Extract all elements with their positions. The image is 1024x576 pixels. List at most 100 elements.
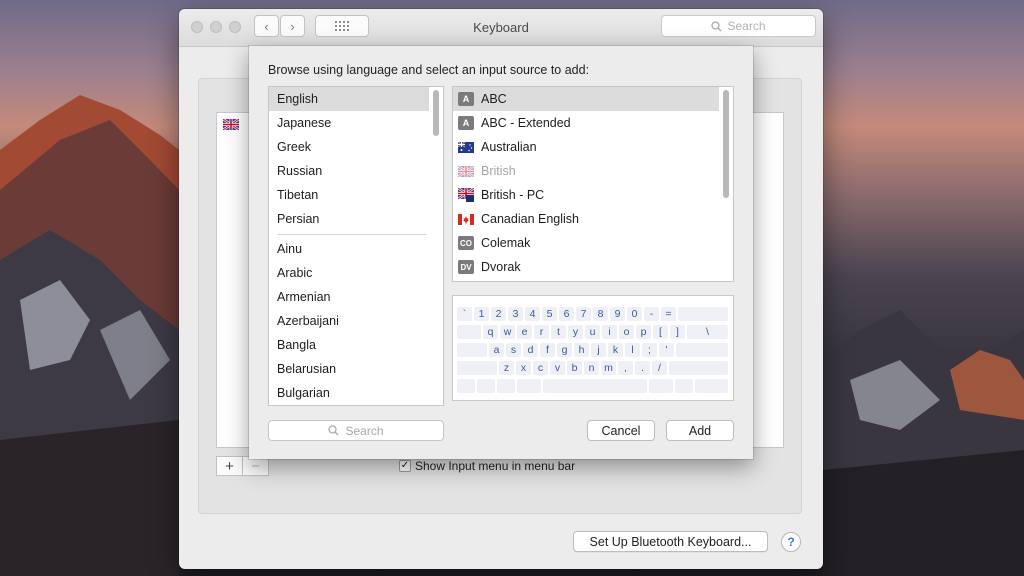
language-item[interactable]: English	[269, 87, 429, 111]
key: v	[550, 361, 565, 375]
language-search-field[interactable]: Search	[268, 420, 444, 441]
key: `	[457, 307, 472, 321]
add-input-source-sheet: Browse using language and select an inpu…	[249, 46, 753, 459]
show-input-menu-label: Show Input menu in menu bar	[415, 459, 576, 473]
key: ;	[642, 343, 657, 357]
space-key	[543, 379, 647, 393]
key: m	[601, 361, 616, 375]
arrow-keys	[695, 379, 728, 393]
key: e	[517, 325, 532, 339]
key: c	[533, 361, 548, 375]
key: =	[661, 307, 676, 321]
input-source-item[interactable]: British	[453, 159, 719, 183]
key: .	[635, 361, 650, 375]
key: a	[489, 343, 504, 357]
language-item[interactable]: Arabic	[269, 261, 429, 285]
input-source-list-scrollbar[interactable]	[723, 90, 729, 198]
control-key	[477, 379, 495, 393]
language-item[interactable]: Tibetan	[269, 183, 429, 207]
input-source-item[interactable]: CO Colemak	[453, 231, 719, 255]
input-source-item[interactable]: A ABC - Extended	[453, 111, 719, 135]
language-list[interactable]: English Japanese Greek Russian Tibetan P…	[268, 86, 444, 406]
key: l	[625, 343, 640, 357]
setup-bluetooth-keyboard-button[interactable]: Set Up Bluetooth Keyboard...	[573, 531, 768, 552]
key: 1	[474, 307, 489, 321]
language-list-scrollbar[interactable]	[433, 90, 439, 136]
uk-flag-icon	[223, 119, 239, 130]
input-source-label: ABC	[481, 92, 507, 106]
tab-key	[457, 325, 481, 339]
language-item[interactable]: Belarusian	[269, 357, 429, 381]
key: '	[659, 343, 674, 357]
key: d	[523, 343, 538, 357]
option-key	[497, 379, 515, 393]
key: 9	[610, 307, 625, 321]
right-command-key	[649, 379, 673, 393]
key: /	[652, 361, 667, 375]
keyboard-layout-preview: ` 1 2 3 4 5 6 7 8 9 0 - = q w e r t y u …	[452, 295, 734, 401]
key: b	[567, 361, 582, 375]
key: 0	[627, 307, 642, 321]
language-item[interactable]: Armenian	[269, 285, 429, 309]
remove-input-source-button[interactable]: −	[242, 456, 269, 476]
key: g	[557, 343, 572, 357]
add-input-source-button[interactable]: +	[216, 456, 243, 476]
key: t	[551, 325, 566, 339]
input-source-item[interactable]: DV Dvorak	[453, 255, 719, 279]
cancel-button[interactable]: Cancel	[587, 420, 655, 441]
key: f	[540, 343, 555, 357]
colemak-badge-icon: CO	[458, 236, 474, 250]
plus-icon: +	[225, 457, 234, 475]
right-shift-key	[669, 361, 728, 375]
show-input-menu-checkbox[interactable]: ✓	[399, 460, 411, 472]
language-item[interactable]: Russian	[269, 159, 429, 183]
key: z	[499, 361, 514, 375]
add-button[interactable]: Add	[666, 420, 734, 441]
minus-icon: −	[251, 457, 260, 475]
caps-lock-key	[457, 343, 487, 357]
canada-flag-icon	[458, 213, 474, 225]
key: \	[687, 325, 728, 339]
key: 3	[508, 307, 523, 321]
language-item[interactable]: Bangla	[269, 333, 429, 357]
input-source-item[interactable]: Canadian English	[453, 207, 719, 231]
input-source-label: British	[481, 164, 516, 178]
return-key	[676, 343, 728, 357]
help-button[interactable]: ?	[781, 532, 801, 552]
search-icon	[328, 425, 339, 436]
key: ]	[670, 325, 685, 339]
sheet-prompt: Browse using language and select an inpu…	[268, 63, 590, 77]
key: 4	[525, 307, 540, 321]
key: s	[506, 343, 521, 357]
input-source-item[interactable]: A ABC	[453, 87, 719, 111]
input-source-label: Colemak	[481, 236, 531, 250]
input-source-label: Canadian English	[481, 212, 579, 226]
input-source-label: Australian	[481, 140, 537, 154]
key: h	[574, 343, 589, 357]
search-placeholder: Search	[727, 19, 766, 33]
language-item[interactable]: Ainu	[269, 237, 429, 261]
input-source-label: Dvorak	[481, 260, 521, 274]
preferences-search-field[interactable]: Search	[661, 15, 816, 37]
input-source-list[interactable]: A ABC A ABC - Extended Australian Britis…	[452, 86, 734, 282]
language-item[interactable]: Azerbaijani	[269, 309, 429, 333]
right-option-key	[675, 379, 693, 393]
language-item[interactable]: Persian	[269, 207, 429, 231]
language-item[interactable]: Greek	[269, 135, 429, 159]
key: -	[644, 307, 659, 321]
input-source-item[interactable]: British - PC	[453, 183, 719, 207]
language-item[interactable]: Bulgarian	[269, 381, 429, 405]
command-key	[517, 379, 541, 393]
abc-extended-badge-icon: A	[458, 116, 474, 130]
key: r	[534, 325, 549, 339]
key: q	[483, 325, 498, 339]
uk-flag-icon	[458, 165, 474, 177]
key: y	[568, 325, 583, 339]
key: ,	[618, 361, 633, 375]
show-input-menu-row[interactable]: ✓ Show Input menu in menu bar	[399, 459, 575, 473]
key: k	[608, 343, 623, 357]
key: 2	[491, 307, 506, 321]
input-source-item[interactable]: Australian	[453, 135, 719, 159]
language-item[interactable]: Japanese	[269, 111, 429, 135]
key: p	[636, 325, 651, 339]
